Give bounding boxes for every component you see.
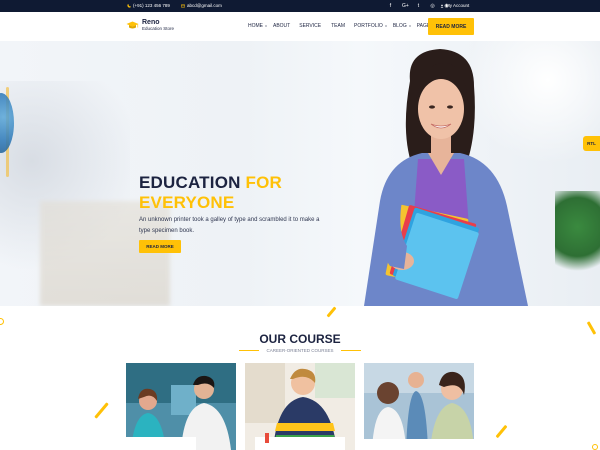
course-card[interactable] — [364, 363, 474, 450]
nav-item-blog[interactable]: BLOG — [393, 23, 412, 29]
course-card[interactable] — [126, 363, 236, 450]
course-image — [245, 363, 355, 450]
phone-contact[interactable]: (+91) 123 456 789 — [127, 3, 170, 8]
hero-banner: EDUCATION FOR EVERYONE An unknown printe… — [0, 41, 600, 306]
hero-title-part: EDUCATION — [139, 173, 246, 192]
email-text: abcd@gmail.com — [187, 3, 222, 8]
nav-item-label: TEAM — [331, 23, 345, 29]
hero-title-accent-line2: EVERYONE — [139, 193, 235, 212]
main-nav: HOME ABOUT SERVICE TEAM PORTFOLIO BLOG P… — [248, 23, 435, 29]
email-contact[interactable]: abcd@gmail.com — [181, 3, 222, 8]
course-image — [126, 363, 236, 450]
chevron-down-icon — [264, 25, 268, 27]
read-more-button[interactable]: READ MORE — [428, 18, 474, 35]
instagram-icon[interactable]: ◎ — [430, 3, 435, 9]
email-icon — [181, 4, 185, 7]
site-logo[interactable]: Reno Education Store — [126, 19, 174, 31]
hero-title: EDUCATION FOR EVERYONE — [139, 173, 282, 213]
nav-item-label: ABOUT — [273, 23, 291, 29]
nav-item-label: BLOG — [392, 23, 407, 29]
site-header: Reno Education Store HOME ABOUT SERVICE … — [0, 12, 600, 41]
twitter-icon[interactable]: t — [416, 3, 421, 9]
my-account-label: My Account — [446, 3, 470, 8]
logo-tagline: Education Store — [142, 26, 175, 31]
nav-item-label: SERVICE — [299, 23, 322, 29]
rtl-toggle-tab[interactable]: RTL — [583, 136, 600, 151]
nav-item-portfolio[interactable]: PORTFOLIO — [354, 23, 388, 29]
phone-icon — [127, 3, 131, 8]
nav-item-home[interactable]: HOME — [248, 23, 268, 29]
decorative-circle — [0, 318, 4, 325]
my-account-link[interactable]: My Account — [440, 3, 469, 8]
decorative-stripe — [94, 402, 109, 419]
google-plus-icon[interactable]: G+ — [402, 3, 409, 9]
section-title: OUR COURSE — [259, 332, 341, 346]
facebook-icon[interactable]: f — [388, 3, 393, 9]
phone-text: (+91) 123 456 789 — [133, 3, 170, 8]
course-image — [364, 363, 474, 450]
chevron-down-icon — [384, 25, 387, 27]
hero-title-accent: FOR — [245, 173, 282, 192]
nav-item-label: HOME — [248, 23, 263, 29]
chevron-down-icon — [408, 25, 411, 27]
user-icon — [440, 4, 444, 8]
top-bar: (+91) 123 456 789 abcd@gmail.com f G+ t … — [0, 0, 600, 12]
nav-item-service[interactable]: SERVICE — [299, 23, 321, 29]
decorative-stripe — [495, 424, 508, 439]
logo-name: Reno — [142, 19, 160, 26]
nav-item-team[interactable]: TEAM — [331, 23, 345, 29]
hero-description: An unknown printer took a galley of type… — [139, 217, 320, 234]
decorative-stripe — [326, 306, 337, 318]
plant-image — [555, 191, 600, 281]
graduation-cap-icon — [126, 21, 139, 28]
hero-read-more-button[interactable]: READ MORE — [139, 240, 181, 253]
nav-item-about[interactable]: ABOUT — [273, 23, 290, 29]
section-subtitle: CAREER-ORIENTED COURSES — [266, 348, 334, 353]
nav-item-label: PORTFOLIO — [354, 23, 383, 29]
course-card[interactable] — [245, 363, 355, 450]
our-course-section: OUR COURSE CAREER-ORIENTED COURSES — [0, 306, 600, 450]
teacher-photo — [364, 49, 528, 306]
decorative-circle — [592, 444, 598, 450]
